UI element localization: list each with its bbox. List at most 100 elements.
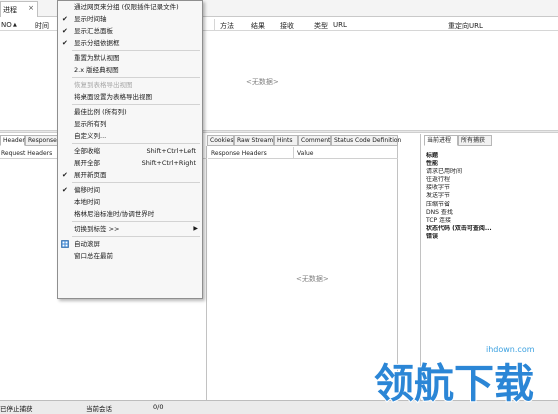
statistic-row[interactable]: 请求已用时间 xyxy=(426,168,558,176)
tab-hints[interactable]: Hints xyxy=(274,135,298,146)
statistic-row[interactable]: 接收字节 xyxy=(426,184,558,192)
tab-cookies[interactable]: Cookies xyxy=(207,135,234,146)
column-divider xyxy=(214,19,215,31)
menu-item-label: 全部收缩 xyxy=(74,147,100,155)
column-no[interactable]: NO xyxy=(1,21,12,29)
menu-item-label: 切换到标签 >> xyxy=(74,225,120,233)
menu-item-label: 窗口总在最前 xyxy=(74,252,113,260)
menu-item[interactable]: 2.x 版经典视图 xyxy=(58,64,202,76)
menu-item[interactable]: 窗口总在最前 xyxy=(58,250,202,262)
column-time[interactable]: 时间 xyxy=(35,21,49,31)
statistic-row[interactable]: DNS 查找 xyxy=(426,209,558,217)
session-count: 0/0 xyxy=(153,403,164,411)
statistic-row[interactable]: 压缩节省 xyxy=(426,201,558,209)
menu-item-label: 展开全部 xyxy=(74,159,100,167)
menu-item[interactable]: 重置为默认视图 xyxy=(58,52,202,64)
menu-item-label: 本地时间 xyxy=(74,198,100,206)
menu-separator xyxy=(72,182,200,183)
tab-header[interactable]: Header xyxy=(0,135,25,146)
menu-item[interactable]: 全部收缩 Shift+Ctrl+Left xyxy=(58,145,202,157)
sort-up-icon: ▲ xyxy=(13,22,17,28)
statistic-row[interactable]: 标题 xyxy=(426,152,558,160)
check-icon: ✔ xyxy=(62,39,68,47)
menu-item-label: 自定义列... xyxy=(74,132,107,140)
response-headers-label: Response Headers xyxy=(211,150,267,157)
menu-item[interactable]: 自动滚屏 xyxy=(58,238,202,250)
menu-item-label: 自动滚屏 xyxy=(74,240,100,248)
menu-item-label: 恢复到表格导出视图 xyxy=(74,81,133,89)
menu-item[interactable]: 最佳比例 (所有列) xyxy=(58,106,202,118)
statistic-row[interactable]: 往返行程 xyxy=(426,176,558,184)
menu-item-label: 2.x 版经典视图 xyxy=(74,66,119,74)
menu-item[interactable]: ✔ 显示分组依据框 xyxy=(58,37,202,49)
tab-comment[interactable]: Comment xyxy=(298,135,331,146)
menu-item[interactable]: 将桌面设置为表格导出视图 xyxy=(58,91,202,103)
capture-state[interactable]: 已停止捕获 xyxy=(0,403,33,413)
menu-separator xyxy=(72,143,200,144)
session-list-empty: <无数据> xyxy=(246,78,279,86)
watermark-url: ihdown.com xyxy=(486,345,535,354)
brand-logo-icon: 领航下载 xyxy=(373,360,535,408)
statistic-row[interactable]: 性能 xyxy=(426,160,558,168)
menu-separator xyxy=(72,77,200,78)
menu-item-label: 最佳比例 (所有列) xyxy=(74,108,127,116)
menu-separator xyxy=(72,236,200,237)
watermark-logo: 领航下载 xyxy=(373,355,550,408)
menu-item-label: 格林尼治标准时/协调世界时 xyxy=(74,210,155,218)
mid-header-divider xyxy=(208,158,398,159)
tab-status-code-definition[interactable]: Status Code Definition xyxy=(331,135,401,146)
menu-item-label: 显示汇总面板 xyxy=(74,27,113,35)
menu-item-shortcut: Shift+Ctrl+Right xyxy=(141,159,196,167)
tab-response[interactable]: Response xyxy=(25,135,58,146)
response-headers-empty: <无数据> xyxy=(296,275,329,283)
menu-item-label: 通过网页来分组 (仅限插件记录文件) xyxy=(74,3,179,11)
tab-current-process[interactable]: 当前进程 xyxy=(424,135,458,146)
column-type[interactable]: 类型 xyxy=(314,21,328,31)
column-method[interactable]: 方法 xyxy=(220,21,234,31)
menu-item-label: 将桌面设置为表格导出视图 xyxy=(74,93,152,101)
brand-logo-text: 领航下载 xyxy=(374,361,534,407)
menu-item[interactable]: 显示所有列 xyxy=(58,118,202,130)
menu-item[interactable]: ✔ 显示时间轴 xyxy=(58,13,202,25)
menu-item[interactable]: 展开全部 Shift+Ctrl+Right xyxy=(58,157,202,169)
response-headers-pane xyxy=(208,146,398,400)
menu-item-label: 显示时间轴 xyxy=(74,15,107,23)
menu-item[interactable]: 本地时间 xyxy=(58,196,202,208)
menu-item: 恢复到表格导出视图 xyxy=(58,79,202,91)
menu-item[interactable]: 自定义列... xyxy=(58,130,202,142)
menu-item[interactable]: ✔ 显示汇总面板 xyxy=(58,25,202,37)
autoscroll-icon xyxy=(61,240,69,248)
menu-separator xyxy=(72,104,200,105)
column-url[interactable]: URL xyxy=(333,21,347,29)
menu-item[interactable]: 切换到标签 >> ▶ xyxy=(58,223,202,235)
column-result[interactable]: 结果 xyxy=(251,21,265,31)
menu-item[interactable]: 格林尼治标准时/协调世界时 xyxy=(58,208,202,220)
menu-item[interactable]: ✔ 偏移时间 xyxy=(58,184,202,196)
check-icon: ✔ xyxy=(62,15,68,23)
menu-separator xyxy=(72,221,200,222)
session-scope[interactable]: 当前会话 xyxy=(86,403,112,413)
tab-process-label: 进程 xyxy=(3,6,17,14)
mid-column-divider xyxy=(293,147,294,158)
statistic-row[interactable]: 发送字节 xyxy=(426,192,558,200)
menu-item[interactable]: 通过网页来分组 (仅限插件记录文件) xyxy=(58,1,202,13)
menu-item-label: 偏移时间 xyxy=(74,186,100,194)
column-received[interactable]: 接收 xyxy=(280,21,294,31)
tab-all-captures[interactable]: 所有捕获 xyxy=(458,135,492,146)
menu-item-label: 显示所有列 xyxy=(74,120,107,128)
statistics-property-list: 标题 性能 请求已用时间 往返行程 接收字节 发送字节 压缩节省 DNS 查找 TCP 连接 状态… xyxy=(426,152,558,241)
statistic-row[interactable]: TCP 连接 xyxy=(426,217,558,225)
value-column-label: Value xyxy=(297,150,314,157)
menu-separator xyxy=(72,50,200,51)
submenu-arrow-icon: ▶ xyxy=(193,225,198,232)
menu-item-label: 展开新页面 xyxy=(74,171,107,179)
tab-raw-stream[interactable]: Raw Stream xyxy=(234,135,274,146)
statistic-row[interactable]: 状态代码 (双击可查阅... xyxy=(426,225,558,233)
statistic-row[interactable]: 错误 xyxy=(426,233,558,241)
close-icon[interactable]: × xyxy=(27,4,35,12)
check-icon: ✔ xyxy=(62,186,68,194)
menu-item-label: 显示分组依据框 xyxy=(74,39,120,47)
column-redirect-url[interactable]: 重定向URL xyxy=(448,21,483,31)
menu-item[interactable]: ✔ 展开新页面 xyxy=(58,169,202,181)
request-headers-label: Request Headers xyxy=(1,150,53,157)
